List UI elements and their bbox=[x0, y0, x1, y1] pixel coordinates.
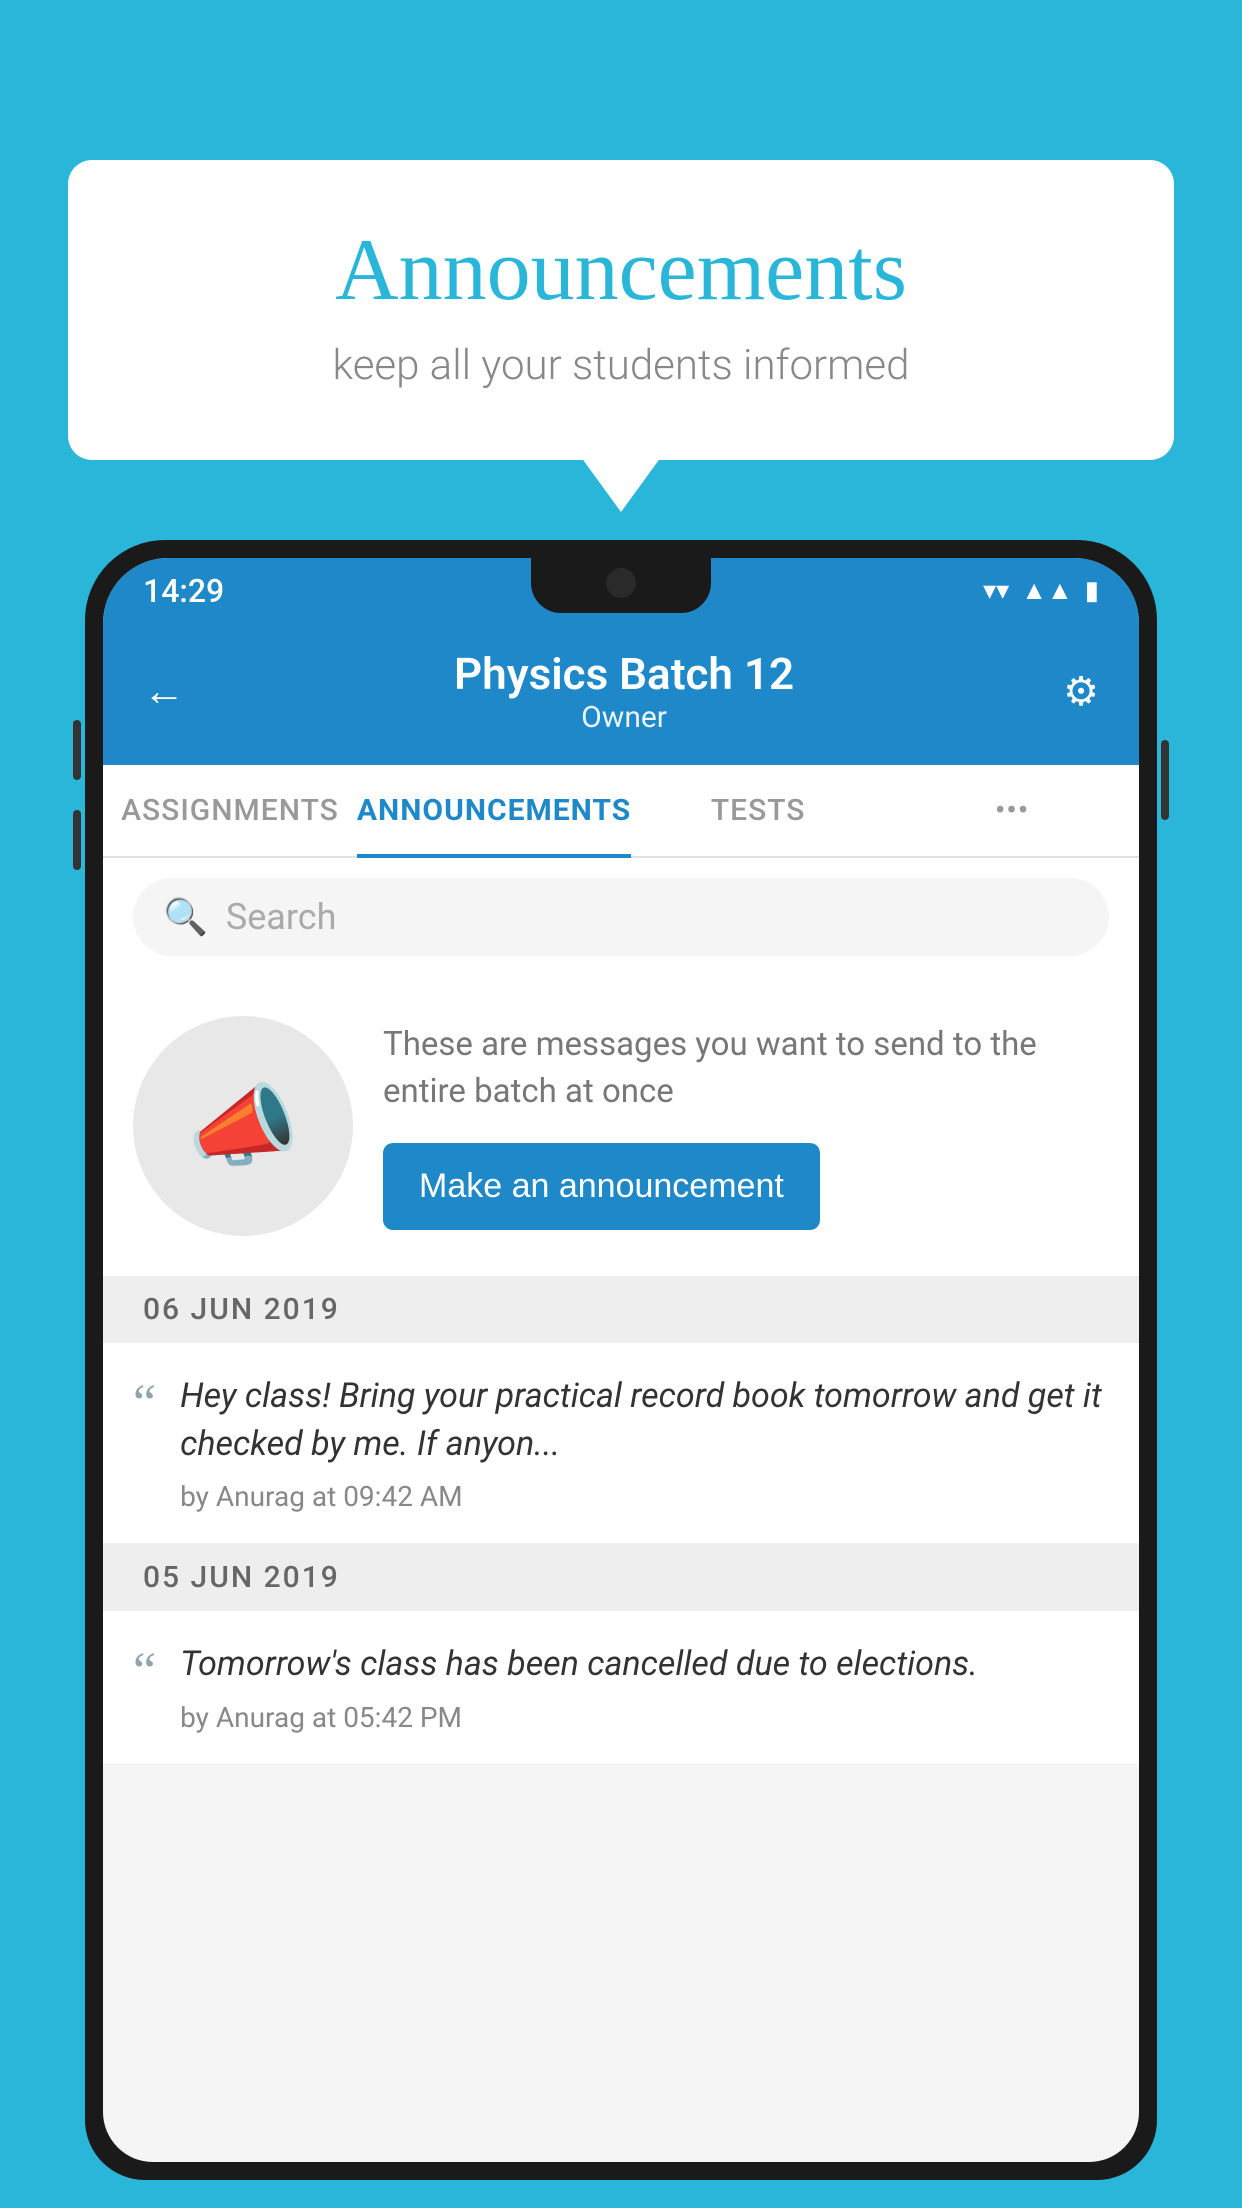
announcement-text-1: Hey class! Bring your practical record b… bbox=[180, 1373, 1109, 1468]
bubble-title: Announcements bbox=[148, 220, 1094, 321]
search-placeholder: Search bbox=[226, 896, 337, 938]
battery-icon: ▮ bbox=[1085, 576, 1099, 606]
wifi-icon: ▾▾ bbox=[983, 576, 1009, 606]
speech-bubble-section: Announcements keep all your students inf… bbox=[68, 160, 1174, 460]
batch-title: Physics Batch 12 bbox=[454, 648, 794, 700]
date-divider-1: 06 JUN 2019 bbox=[103, 1276, 1139, 1343]
announcement-meta-1: by Anurag at 09:42 AM bbox=[180, 1480, 1109, 1513]
status-time: 14:29 bbox=[143, 572, 224, 610]
header-title-group: Physics Batch 12 Owner bbox=[454, 648, 794, 735]
tabs-bar: ASSIGNMENTS ANNOUNCEMENTS TESTS ••• bbox=[103, 765, 1139, 858]
app-header: ← Physics Batch 12 Owner ⚙ bbox=[103, 623, 1139, 765]
megaphone-icon: 📣 bbox=[187, 1074, 299, 1179]
announcement-item-2[interactable]: “ Tomorrow's class has been cancelled du… bbox=[103, 1611, 1139, 1765]
promo-section: 📣 These are messages you want to send to… bbox=[103, 976, 1139, 1276]
tab-more[interactable]: ••• bbox=[885, 765, 1139, 856]
phone-side-button-vol-up bbox=[73, 720, 81, 780]
phone-camera bbox=[606, 568, 636, 598]
announcement-content-1: Hey class! Bring your practical record b… bbox=[180, 1373, 1109, 1513]
status-icons: ▾▾ ▲▲ ▮ bbox=[983, 575, 1099, 606]
search-bar[interactable]: 🔍 Search bbox=[133, 878, 1109, 956]
tab-tests[interactable]: TESTS bbox=[631, 765, 885, 856]
announcement-meta-2: by Anurag at 05:42 PM bbox=[180, 1701, 1109, 1734]
quote-icon-2: “ bbox=[133, 1646, 156, 1698]
make-announcement-button[interactable]: Make an announcement bbox=[383, 1143, 820, 1230]
announcement-content-2: Tomorrow's class has been cancelled due … bbox=[180, 1641, 1109, 1734]
quote-icon-1: “ bbox=[133, 1378, 156, 1430]
promo-icon-circle: 📣 bbox=[133, 1016, 353, 1236]
tab-announcements[interactable]: ANNOUNCEMENTS bbox=[357, 765, 631, 856]
settings-button[interactable]: ⚙ bbox=[1063, 668, 1099, 715]
phone-side-button-power bbox=[1161, 740, 1169, 820]
batch-role: Owner bbox=[454, 700, 794, 735]
signal-icon: ▲▲ bbox=[1021, 575, 1072, 606]
announcement-text-2: Tomorrow's class has been cancelled due … bbox=[180, 1641, 1109, 1689]
bubble-subtitle: keep all your students informed bbox=[148, 341, 1094, 390]
search-icon: 🔍 bbox=[163, 896, 208, 938]
back-button[interactable]: ← bbox=[143, 667, 185, 716]
announcement-item-1[interactable]: “ Hey class! Bring your practical record… bbox=[103, 1343, 1139, 1544]
promo-description: These are messages you want to send to t… bbox=[383, 1022, 1109, 1114]
date-divider-2: 05 JUN 2019 bbox=[103, 1544, 1139, 1611]
speech-bubble: Announcements keep all your students inf… bbox=[68, 160, 1174, 460]
phone-screen: 14:29 ▾▾ ▲▲ ▮ ← Physics Batch 12 Owner ⚙ bbox=[103, 558, 1139, 2162]
phone-container: 14:29 ▾▾ ▲▲ ▮ ← Physics Batch 12 Owner ⚙ bbox=[85, 540, 1157, 2208]
tab-assignments[interactable]: ASSIGNMENTS bbox=[103, 765, 357, 856]
search-container: 🔍 Search bbox=[103, 858, 1139, 976]
content-area: 🔍 Search 📣 These are messages you want t… bbox=[103, 858, 1139, 1765]
phone-side-button-vol-down bbox=[73, 810, 81, 870]
phone-outer: 14:29 ▾▾ ▲▲ ▮ ← Physics Batch 12 Owner ⚙ bbox=[85, 540, 1157, 2180]
promo-content: These are messages you want to send to t… bbox=[383, 1022, 1109, 1229]
